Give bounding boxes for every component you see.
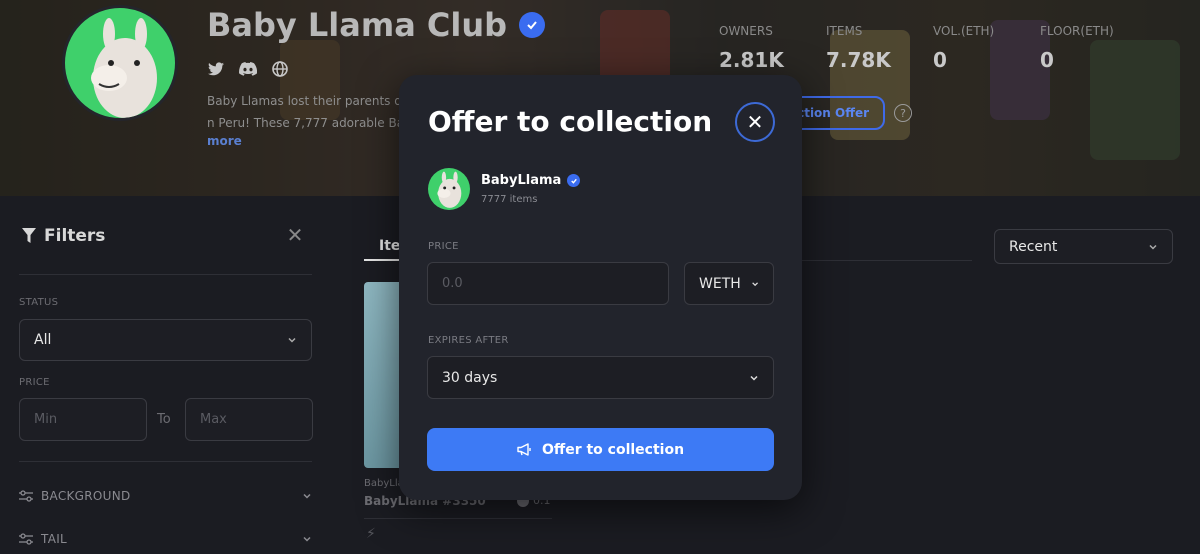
section-label: TAIL bbox=[41, 532, 68, 546]
price-input[interactable]: 0.0 bbox=[427, 262, 669, 305]
status-select[interactable]: All bbox=[19, 319, 312, 361]
verified-icon bbox=[519, 12, 546, 38]
description-line-2: n Peru! These 7,777 adorable Baby bbox=[207, 116, 407, 130]
globe-icon[interactable] bbox=[271, 60, 289, 78]
chevron-down-icon bbox=[288, 337, 296, 343]
submit-label: Offer to collection bbox=[541, 441, 685, 458]
stat-volume: VOL.(ETH) 0 bbox=[933, 24, 1040, 72]
currency-select[interactable]: WETH bbox=[684, 262, 774, 305]
sliders-icon bbox=[19, 533, 33, 545]
min-price-input[interactable]: Min bbox=[19, 398, 147, 441]
filter-section-background[interactable]: BACKGROUND bbox=[19, 489, 312, 503]
megaphone-icon bbox=[517, 443, 531, 456]
more-link[interactable]: more bbox=[207, 134, 242, 148]
collection-name: Baby Llama Club bbox=[207, 6, 508, 44]
modal-title: Offer to collection bbox=[428, 105, 713, 138]
max-placeholder: Max bbox=[200, 412, 227, 427]
to-label: To bbox=[157, 412, 171, 427]
divider bbox=[19, 274, 312, 275]
filters-title: Filters bbox=[44, 226, 106, 246]
social-links bbox=[207, 60, 289, 78]
verified-icon bbox=[567, 174, 581, 187]
filters-header: Filters bbox=[22, 226, 105, 246]
stat-value: 0 bbox=[1040, 48, 1054, 72]
close-icon[interactable]: ✕ bbox=[735, 102, 775, 142]
divider bbox=[364, 518, 552, 519]
max-price-input[interactable]: Max bbox=[185, 398, 313, 441]
sliders-icon bbox=[19, 490, 33, 502]
nft-card-image[interactable] bbox=[364, 282, 404, 468]
chevron-down-icon bbox=[1149, 244, 1157, 250]
stat-items: ITEMS 7.78K bbox=[826, 24, 933, 72]
price-filter-label: PRICE bbox=[19, 377, 50, 388]
stat-label: VOL.(ETH) bbox=[933, 24, 995, 38]
collection-stats: OWNERS 2.81K ITEMS 7.78K VOL.(ETH) 0 FLO… bbox=[719, 24, 1147, 72]
stat-owners: OWNERS 2.81K bbox=[719, 24, 826, 72]
status-value: All bbox=[34, 332, 52, 348]
chevron-down-icon bbox=[303, 493, 311, 499]
offer-modal: Offer to collection ✕ BabyLlama 7777 ite… bbox=[399, 75, 802, 500]
stat-label: ITEMS bbox=[826, 24, 863, 38]
min-placeholder: Min bbox=[34, 412, 58, 427]
price-placeholder: 0.0 bbox=[442, 276, 463, 291]
divider bbox=[19, 461, 312, 462]
sort-value: Recent bbox=[1009, 238, 1058, 255]
filter-icon bbox=[22, 228, 36, 243]
active-tab-indicator bbox=[364, 259, 404, 261]
modal-collection-name: BabyLlama bbox=[481, 173, 581, 188]
expires-value: 30 days bbox=[442, 369, 498, 386]
discord-icon[interactable] bbox=[239, 60, 257, 78]
price-label: PRICE bbox=[428, 241, 459, 252]
collection-description: Baby Llamas lost their parents due to n … bbox=[207, 90, 407, 134]
stat-label: FLOOR(ETH) bbox=[1040, 24, 1114, 38]
section-label: BACKGROUND bbox=[41, 489, 131, 503]
collection-avatar bbox=[62, 5, 178, 121]
chevron-down-icon bbox=[750, 375, 758, 381]
collection-avatar-small bbox=[428, 168, 470, 210]
stat-value: 7.78K bbox=[826, 48, 891, 72]
item-count: 7777 items bbox=[481, 194, 538, 205]
nft-card-collection: BabyLla bbox=[364, 478, 404, 489]
collection-name: BabyLlama bbox=[481, 173, 562, 188]
stat-label: OWNERS bbox=[719, 24, 773, 38]
lightning-icon: ⚡ bbox=[366, 526, 376, 542]
help-icon[interactable]: ? bbox=[894, 104, 912, 122]
filter-section-tail[interactable]: TAIL bbox=[19, 532, 312, 546]
status-label: STATUS bbox=[19, 297, 59, 308]
currency-value: WETH bbox=[699, 275, 741, 292]
chevron-down-icon bbox=[751, 281, 758, 286]
close-filters-icon[interactable]: ✕ bbox=[286, 225, 304, 245]
stat-value: 2.81K bbox=[719, 48, 784, 72]
expires-select[interactable]: 30 days bbox=[427, 356, 774, 399]
description-line-1: Baby Llamas lost their parents due to bbox=[207, 94, 407, 108]
offer-to-collection-button[interactable]: Offer to collection bbox=[427, 428, 774, 471]
tab-items[interactable]: Ite bbox=[379, 238, 400, 254]
chevron-down-icon bbox=[303, 536, 311, 542]
collection-title: Baby Llama Club bbox=[207, 6, 546, 44]
stat-floor: FLOOR(ETH) 0 bbox=[1040, 24, 1147, 72]
twitter-icon[interactable] bbox=[207, 60, 225, 78]
stat-value: 0 bbox=[933, 48, 947, 72]
sort-select[interactable]: Recent bbox=[994, 229, 1173, 264]
expires-label: EXPIRES AFTER bbox=[428, 335, 509, 346]
